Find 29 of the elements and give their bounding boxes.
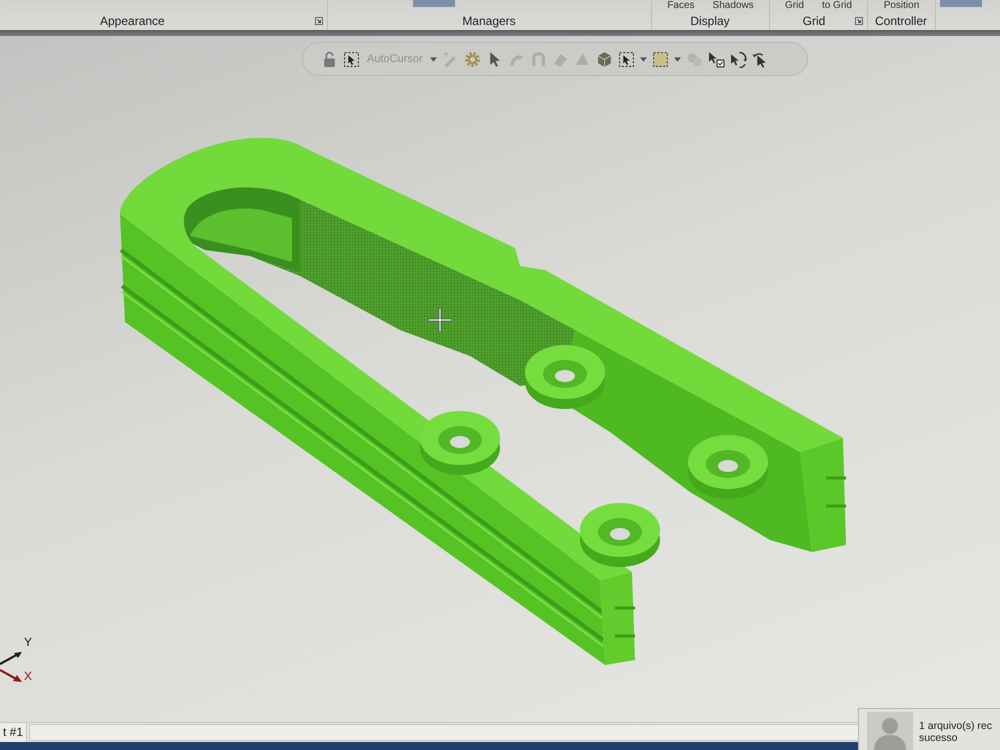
caret-icon[interactable]	[640, 56, 647, 62]
axis-label: X	[24, 670, 32, 683]
axis-label: Y	[24, 636, 32, 649]
notification-text: sucesso	[919, 732, 959, 744]
pointer-check-icon[interactable]	[708, 50, 725, 68]
dialog-launcher-icon[interactable]	[855, 17, 863, 25]
ribbon-group-label: Appearance	[99, 14, 166, 28]
ribbon-button[interactable]: to Grid	[820, 0, 854, 11]
ribbon-button[interactable]: Grid	[783, 0, 806, 11]
select-cursor-icon[interactable]	[343, 50, 360, 68]
pointer-rotate-icon[interactable]	[730, 50, 747, 68]
ribbon-button[interactable]: Position	[882, 0, 922, 11]
ribbon-button[interactable]: Shadows	[710, 0, 756, 11]
cube-icon[interactable]	[596, 50, 613, 68]
select-cursor-icon[interactable]	[618, 50, 635, 68]
ribbon-group-label: Display	[689, 14, 731, 28]
ribbon-button[interactable]: Faces	[665, 0, 697, 11]
ribbon-group-label: Grid	[802, 14, 826, 28]
crosshair-cursor-icon	[428, 308, 452, 332]
notification-text: 1 arquivo(s) rec	[919, 720, 992, 732]
marquee-icon[interactable]	[652, 50, 669, 68]
caret-icon[interactable]	[674, 56, 681, 62]
ribbon-group-label: Managers	[461, 14, 517, 28]
user-silhouette-icon	[867, 712, 913, 750]
caret-icon[interactable]	[430, 56, 437, 62]
ribbon-group-label: Controller	[874, 14, 928, 28]
lock-icon[interactable]	[321, 50, 338, 68]
dialog-launcher-icon[interactable]	[315, 17, 323, 25]
viewport-tab[interactable]: t #1	[0, 723, 28, 742]
